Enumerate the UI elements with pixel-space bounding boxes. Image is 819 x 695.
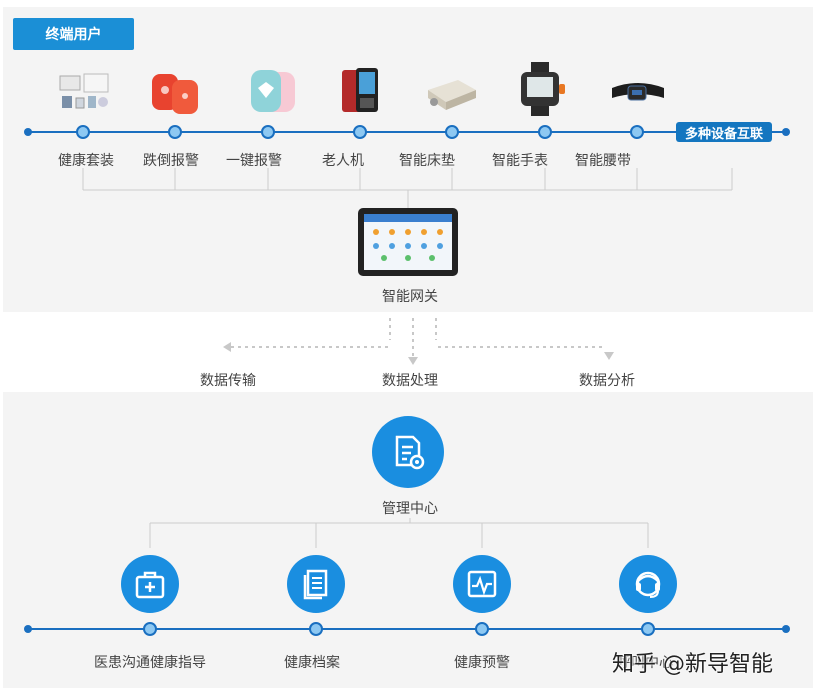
device-label-smart-watch: 智能手表	[492, 153, 548, 169]
timeline-node	[309, 622, 323, 636]
sos-button-icon	[251, 70, 295, 112]
timeline-node	[261, 125, 275, 139]
device-label-sos-button: 一键报警	[226, 153, 282, 169]
heartbeat-monitor-icon	[453, 555, 511, 613]
timeline-node	[641, 622, 655, 636]
service-label-health-warning: 健康预警	[454, 655, 510, 671]
device-label-smart-mattress: 智能床垫	[399, 153, 455, 169]
timeline-node	[475, 622, 489, 636]
timeline-node	[630, 125, 644, 139]
watermark: 知乎 @新导智能	[612, 652, 773, 677]
smart-mattress-icon	[428, 80, 476, 110]
data-processing-label: 数据处理	[382, 373, 438, 389]
service-label-doctor-guidance: 医患沟通健康指导	[94, 655, 206, 671]
management-center-label: 管理中心	[382, 501, 438, 517]
tablet-gateway-icon	[358, 208, 458, 276]
timeline-node	[168, 125, 182, 139]
document-gear-icon	[372, 416, 444, 488]
health-kit-icon	[59, 73, 109, 109]
medical-kit-icon	[121, 555, 179, 613]
timeline-node	[445, 125, 459, 139]
terminal-users-tag: 终端用户	[13, 18, 134, 50]
smart-belt-icon	[612, 83, 664, 101]
senior-phone-icon	[342, 68, 378, 112]
device-label-fall-alarm: 跌倒报警	[143, 153, 199, 169]
device-label-senior-phone: 老人机	[322, 153, 364, 169]
device-label-health-kit: 健康套装	[58, 153, 114, 169]
fall-alarm-icon	[152, 74, 198, 114]
headset-icon	[619, 555, 677, 613]
data-transfer-label: 数据传输	[200, 373, 256, 389]
device-label-smart-belt: 智能腰带	[575, 153, 631, 169]
smart-watch-icon	[521, 62, 565, 116]
gateway-label: 智能网关	[382, 289, 438, 305]
service-label-health-records: 健康档案	[284, 655, 340, 671]
timeline-node	[538, 125, 552, 139]
timeline-node	[76, 125, 90, 139]
timeline-node	[143, 622, 157, 636]
interop-badge: 多种设备互联	[676, 122, 772, 142]
timeline-node	[353, 125, 367, 139]
document-icon	[287, 555, 345, 613]
data-analysis-label: 数据分析	[579, 373, 635, 389]
